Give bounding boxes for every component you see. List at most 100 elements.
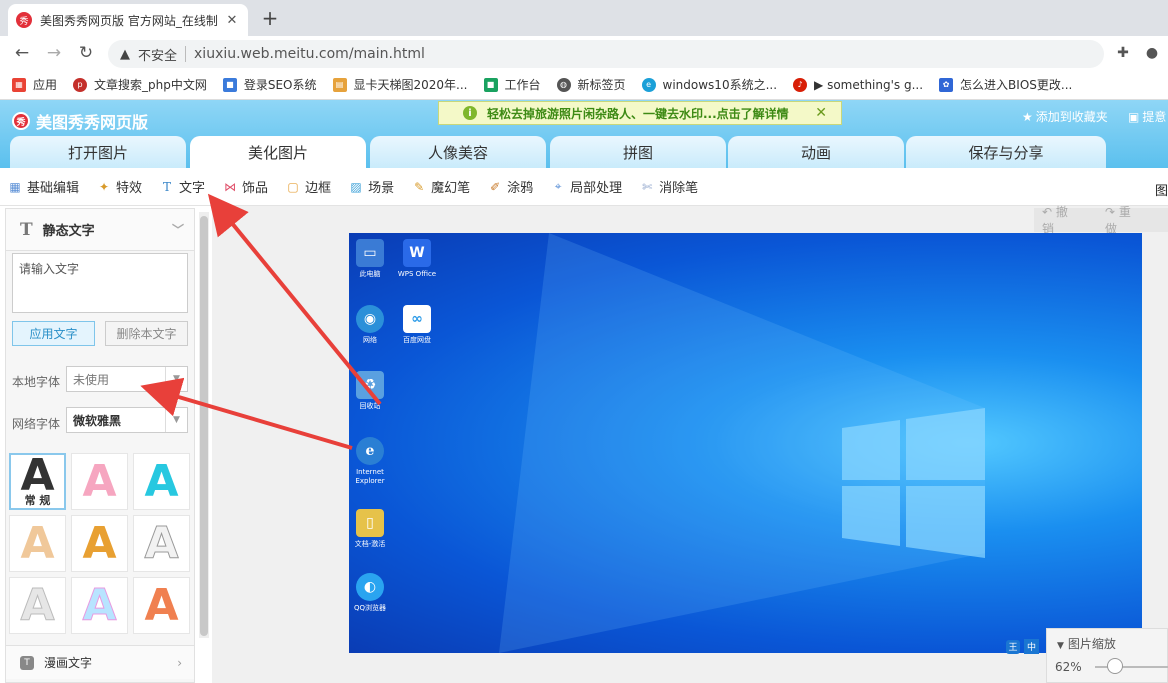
site-icon: e [641,77,656,92]
toolbar-overflow-label[interactable]: 图 [1155,180,1168,199]
undo-button[interactable]: ↶ 撤销 [1042,203,1091,237]
text-style-dotted[interactable]: A [9,515,66,572]
text-style-white[interactable]: A [133,515,190,572]
bookmark-label: 工作台 [504,78,541,92]
desktop-icon-label: 回收站 [359,402,381,410]
tab-portrait[interactable]: 人像美容 [370,136,546,168]
profile-icon[interactable]: ● [1142,43,1162,63]
new-tab-plus-icon[interactable]: + [258,6,282,30]
chevron-down-icon[interactable]: ▼ [165,367,187,391]
bookmark-item[interactable]: p 文章搜索_php中文网 [73,76,207,93]
forward-arrow-icon[interactable]: → [42,41,66,65]
tool-frame[interactable]: ▢ 边框 [286,177,331,197]
tool-basic-edit[interactable]: ▦ 基础编辑 [8,177,80,197]
desktop-icon[interactable]: ◐ QQ浏览器 [350,573,390,613]
url-omnibox[interactable]: ▲ 不安全 xiuxiu.web.meitu.com/main.html [108,40,1104,68]
text-style-rainbow[interactable]: A [71,577,128,634]
web-font-select[interactable]: 微软雅黑 ▼ [66,407,188,433]
text-style-cyan[interactable]: A [133,453,190,510]
omnibox-divider [185,46,187,62]
extension-puzzle-icon[interactable]: ✚ [1113,43,1133,63]
bookmark-item[interactable]: ▦ 应用 [12,76,57,93]
browser-tab[interactable]: 秀 美图秀秀网页版 官方网站_在线制 ✕ [8,4,248,36]
favorite-label: 添加到收藏夹 [1035,110,1108,124]
desktop-icon[interactable]: ∞ 百度网盘 [397,305,437,345]
desktop-icon[interactable]: ▯ 文档-激活 [350,509,390,549]
tab-collage[interactable]: 拼图 [550,136,726,168]
zoom-title[interactable]: ▼ 图片缩放 [1057,635,1116,652]
tool-graffiti[interactable]: ✐ 涂鸦 [488,177,533,197]
address-bar-row: ← → ↻ ▲ 不安全 xiuxiu.web.meitu.com/main.ht… [0,36,1168,70]
meitu-logo-icon: 秀 [12,112,30,130]
add-favorite-link[interactable]: ★ 添加到收藏夹 [1022,108,1108,125]
tool-effects[interactable]: ✦ 特效 [97,177,142,197]
scene-icon: ▨ [350,179,362,194]
style-caption: 常 规 [24,493,51,507]
scrollbar-thumb[interactable] [200,216,208,636]
tool-label: 局部处理 [570,181,623,196]
warning-triangle-icon[interactable]: ▲ [118,47,132,62]
reload-icon[interactable]: ↻ [74,41,98,65]
insecure-label[interactable]: 不安全 [138,45,177,64]
bookmark-item[interactable]: ▤ 显卡天梯图2020年... [332,76,468,93]
text-icon: T [20,219,33,240]
tab-open-image[interactable]: 打开图片 [10,136,186,168]
zoom-slider[interactable] [1095,666,1168,668]
apply-text-button[interactable]: 应用文字 [12,321,95,346]
text-style-gold[interactable]: A [71,515,128,572]
redo-button[interactable]: ↷ 重做 [1105,203,1154,237]
browser-window: 秀 美图秀秀网页版 官方网站_在线制 ✕ + ← → ↻ ▲ 不安全 xiuxi… [0,0,1168,683]
tab-beautify-image[interactable]: 美化图片 [190,136,366,168]
bookmark-item[interactable]: ♪ ▶ something's g... [793,77,923,92]
app-header: 秀 美图秀秀网页版 i 轻松去掉旅游照片闲杂路人、一键去水印...点击了解详情 … [0,100,1168,168]
zoom-slider-handle[interactable] [1107,658,1123,674]
bookmark-item[interactable]: ✿ 怎么进入BIOS更改... [939,76,1072,93]
tool-label: 基础编辑 [27,181,80,196]
desktop-icon[interactable]: e Internet Explorer [350,437,390,486]
tool-label: 魔幻笔 [431,181,471,196]
tool-eraser[interactable]: ✄ 消除笔 [640,177,698,197]
tool-ornaments[interactable]: ⋈ 饰品 [223,177,269,197]
back-arrow-icon[interactable]: ← [10,41,34,65]
bookmark-item[interactable]: ■ 工作台 [483,76,541,93]
undo-redo-bar: ↶ 撤销 ↷ 重做 [1034,205,1168,236]
tool-text[interactable]: T 文字 [160,177,205,197]
feedback-link[interactable]: ▣ 提意 [1128,108,1166,125]
delete-text-button[interactable]: 删除本文字 [105,321,188,346]
tab-save-share[interactable]: 保存与分享 [906,136,1106,168]
tool-magic-pen[interactable]: ✎ 魔幻笔 [412,177,471,197]
caret-down-icon: ▼ [1057,641,1064,651]
edited-image-desktop[interactable]: ▭ 此电脑 W WPS Office ◉ 网络 ∞ 百度网盘 ♻ 回收站 e I… [349,233,1142,653]
app-logo[interactable]: 秀 美图秀秀网页版 [12,109,148,133]
desktop-icon[interactable]: ▭ 此电脑 [350,239,390,279]
tool-local-process[interactable]: ⌖ 局部处理 [551,177,622,196]
chevron-down-icon[interactable]: ▼ [165,408,187,432]
local-font-select[interactable]: 未使用 ▼ [66,366,188,392]
bookmark-item[interactable]: ■ 登录SEO系统 [222,76,317,93]
promo-text[interactable]: 轻松去掉旅游照片闲杂路人、一键去水印...点击了解详情 [487,105,789,122]
text-style-pink[interactable]: A [71,453,128,510]
comic-text-section[interactable]: T 漫画文字 › [6,645,194,679]
close-icon[interactable]: ✕ [224,12,240,28]
bookmark-item[interactable]: ◍ 新标签页 [556,76,626,93]
text-style-orange[interactable]: A [133,577,190,634]
text-style-silver[interactable]: A [9,577,66,634]
text-panel: T 静态文字 ﹀ 请输入文字 应用文字 删除本文字 本地字体 未使用 ▼ 网络字… [5,208,195,683]
promo-banner[interactable]: i 轻松去掉旅游照片闲杂路人、一键去水印...点击了解详情 ✕ [438,101,842,125]
chevron-down-icon[interactable]: ﹀ [172,221,184,238]
text-style-normal[interactable]: A 常 规 [9,453,66,510]
tool-scene[interactable]: ▨ 场景 [349,177,395,197]
bookmark-item[interactable]: e windows10系统之... [641,76,777,93]
static-text-header[interactable]: T 静态文字 ﹀ [6,209,194,251]
tab-animation[interactable]: 动画 [728,136,904,168]
desktop-icon[interactable]: W WPS Office [397,239,437,279]
desktop-icon[interactable]: ♻ 回收站 [350,371,390,411]
text-input[interactable]: 请输入文字 [12,253,188,313]
tool-label: 饰品 [242,181,269,196]
chevron-right-icon[interactable]: › [177,656,182,670]
panel-scrollbar[interactable] [199,212,209,638]
desktop-icon[interactable]: ◉ 网络 [350,305,390,345]
tool-label: 场景 [368,181,395,196]
close-icon[interactable]: ✕ [815,105,827,121]
url-text[interactable]: xiuxiu.web.meitu.com/main.html [194,46,425,62]
